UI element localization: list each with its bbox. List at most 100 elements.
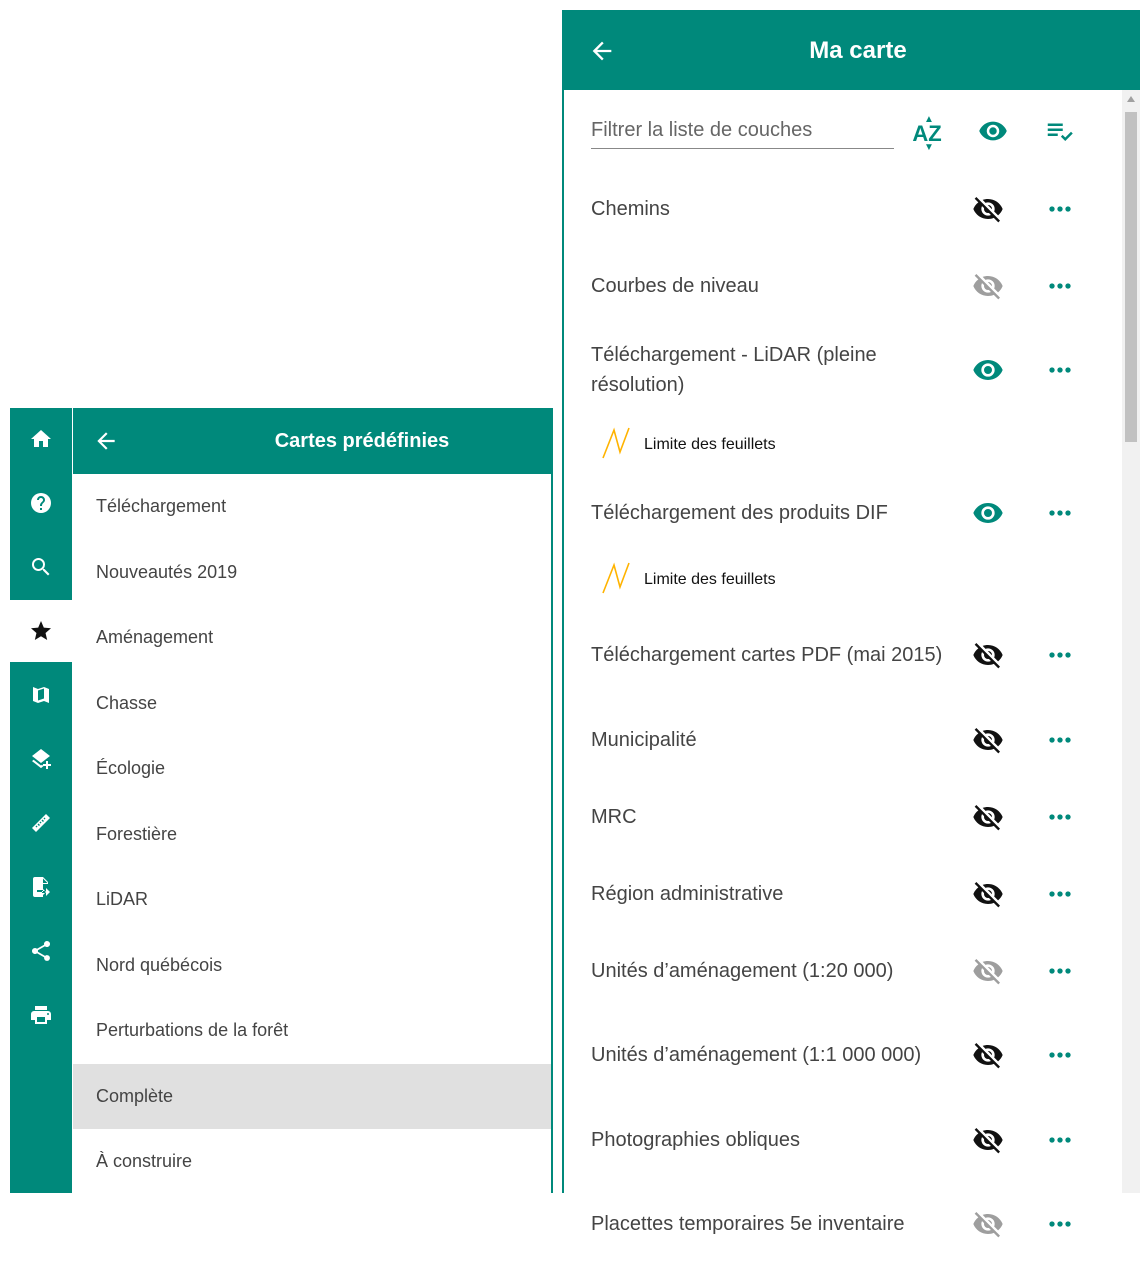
- rail-button-share[interactable]: [10, 920, 72, 982]
- eye-off-icon[interactable]: [972, 193, 1004, 225]
- predefined-title: Cartes prédéfinies: [274, 430, 450, 452]
- rail-button-help[interactable]: [10, 472, 72, 534]
- eye-off-icon[interactable]: [972, 1039, 1004, 1071]
- scroll-thumb[interactable]: [1125, 112, 1137, 442]
- predefined-map-item[interactable]: Aménagement: [73, 605, 551, 671]
- more-options-icon[interactable]: [1044, 1208, 1076, 1240]
- predefined-map-item[interactable]: Téléchargement: [73, 474, 551, 540]
- layer-row: Téléchargement - LiDAR (pleine résolutio…: [564, 324, 1124, 416]
- layer-row: Placettes temporaires 5e inventaire: [564, 1178, 1124, 1270]
- more-options-icon[interactable]: [1044, 1124, 1076, 1156]
- layer-name: Téléchargement - LiDAR (pleine résolutio…: [591, 344, 877, 396]
- predefined-maps-panel: Cartes prédéfinies Téléchargement Nouveau…: [73, 408, 553, 1193]
- layer-name: Unités d’aménagement (1:1 000 000): [591, 1044, 922, 1066]
- more-options-icon[interactable]: [1044, 1039, 1076, 1071]
- my-map-panel: Ma carte ▲ AZ ▼ Chemins Courbes de niveau…: [562, 10, 1140, 1238]
- layer-name: Photographies obliques: [591, 1128, 801, 1151]
- sort-az-button[interactable]: ▲ AZ ▼: [909, 115, 945, 153]
- back-arrow-icon[interactable]: [93, 428, 119, 454]
- predefined-map-item[interactable]: Perturbations de la forêt: [73, 998, 551, 1064]
- rail-button-home[interactable]: [10, 408, 72, 470]
- layer-name: Région administrative: [591, 882, 784, 905]
- rail-button-star[interactable]: [10, 600, 72, 662]
- rail-button-add-layer[interactable]: [10, 728, 72, 790]
- my-map-header: Ma carte: [564, 10, 1140, 90]
- layer-row: Région administrative: [564, 855, 1124, 932]
- layer-name: Unités d’aménagement (1:20 000): [591, 959, 894, 982]
- rail-button-map[interactable]: [10, 664, 72, 726]
- star-icon: [31, 621, 51, 640]
- layer-list: Chemins Courbes de niveau Téléchargement -…: [564, 170, 1124, 1270]
- layer-row: Unités d’aménagement (1:20 000): [564, 932, 1124, 1009]
- search-icon: [32, 558, 50, 576]
- predefined-map-item[interactable]: Nord québécois: [73, 933, 551, 999]
- eye-off-disabled-icon[interactable]: [972, 955, 1004, 987]
- scroll-up-icon[interactable]: [1127, 96, 1135, 102]
- legend-line-icon: [602, 562, 630, 594]
- show-all-eye-icon[interactable]: [978, 116, 1014, 152]
- layer-row: Photographies obliques: [564, 1101, 1124, 1178]
- predefined-map-item[interactable]: Complète: [73, 1063, 551, 1129]
- legend-label: Limite des feuillets: [644, 571, 776, 588]
- print-icon: [31, 1006, 51, 1024]
- layer-name: Chemins: [591, 197, 670, 220]
- layer-name: MRC: [591, 805, 637, 828]
- predefined-list: Téléchargement Nouveautés 2019 Aménagement…: [73, 474, 551, 1195]
- more-options-icon[interactable]: [1044, 724, 1076, 756]
- side-rail: [10, 408, 72, 1193]
- more-options-icon[interactable]: [1044, 497, 1076, 529]
- add-layer-icon: [32, 749, 51, 769]
- rail-button-search[interactable]: [10, 536, 72, 598]
- layer-name: Municipalité: [591, 728, 697, 751]
- filter-row: ▲ AZ ▼: [564, 90, 1124, 170]
- playlist-check-icon[interactable]: [1044, 116, 1080, 152]
- more-options-icon[interactable]: [1044, 878, 1076, 910]
- layer-name: Placettes temporaires 5e inventaire: [591, 1213, 905, 1235]
- predefined-header: Cartes prédéfinies: [73, 408, 551, 474]
- layer-row: Téléchargement cartes PDF (mai 2015): [564, 609, 1124, 701]
- legend-line-icon: [602, 427, 630, 459]
- layer-legend: Limite des feuillets: [564, 551, 1124, 609]
- map-icon: [33, 687, 49, 703]
- layer-row: Courbes de niveau: [564, 247, 1124, 324]
- predefined-map-item[interactable]: LiDAR: [73, 867, 551, 933]
- eye-off-icon[interactable]: [972, 724, 1004, 756]
- layer-name: Téléchargement cartes PDF (mai 2015): [591, 644, 943, 666]
- share-icon: [31, 940, 51, 961]
- scrollbar[interactable]: [1122, 90, 1140, 1193]
- predefined-map-item[interactable]: Chasse: [73, 671, 551, 737]
- more-options-icon[interactable]: [1044, 193, 1076, 225]
- eye-off-icon[interactable]: [972, 878, 1004, 910]
- legend-label: Limite des feuillets: [644, 436, 776, 453]
- help-icon: [31, 493, 51, 513]
- export-file-icon: [33, 877, 50, 897]
- eye-off-disabled-icon[interactable]: [972, 270, 1004, 302]
- predefined-map-item[interactable]: Écologie: [73, 736, 551, 802]
- ruler-icon: [32, 814, 50, 832]
- more-options-icon[interactable]: [1044, 955, 1076, 987]
- layer-name: Courbes de niveau: [591, 274, 759, 297]
- predefined-map-item[interactable]: À construire: [73, 1129, 551, 1195]
- more-options-icon[interactable]: [1044, 354, 1076, 386]
- more-options-icon[interactable]: [1044, 639, 1076, 671]
- eye-off-icon[interactable]: [972, 1124, 1004, 1156]
- my-map-title: Ma carte: [809, 37, 907, 64]
- layer-row: Municipalité: [564, 701, 1124, 778]
- rail-button-ruler[interactable]: [10, 792, 72, 854]
- eye-off-icon[interactable]: [972, 801, 1004, 833]
- eye-off-disabled-icon[interactable]: [972, 1208, 1004, 1240]
- predefined-map-item[interactable]: Nouveautés 2019: [73, 540, 551, 606]
- layer-filter-input[interactable]: [591, 112, 894, 149]
- more-options-icon[interactable]: [1044, 270, 1076, 302]
- layer-row: Téléchargement des produits DIF: [564, 474, 1124, 551]
- eye-visible-icon[interactable]: [972, 497, 1004, 529]
- more-options-icon[interactable]: [1044, 801, 1076, 833]
- rail-button-print[interactable]: [10, 984, 72, 1046]
- rail-button-export-file[interactable]: [10, 856, 72, 918]
- predefined-map-item[interactable]: Forestière: [73, 802, 551, 868]
- eye-off-icon[interactable]: [972, 639, 1004, 671]
- home-icon: [31, 430, 51, 447]
- layer-legend: Limite des feuillets: [564, 416, 1124, 474]
- layer-row: Unités d’aménagement (1:1 000 000): [564, 1009, 1124, 1101]
- eye-visible-icon[interactable]: [972, 354, 1004, 386]
